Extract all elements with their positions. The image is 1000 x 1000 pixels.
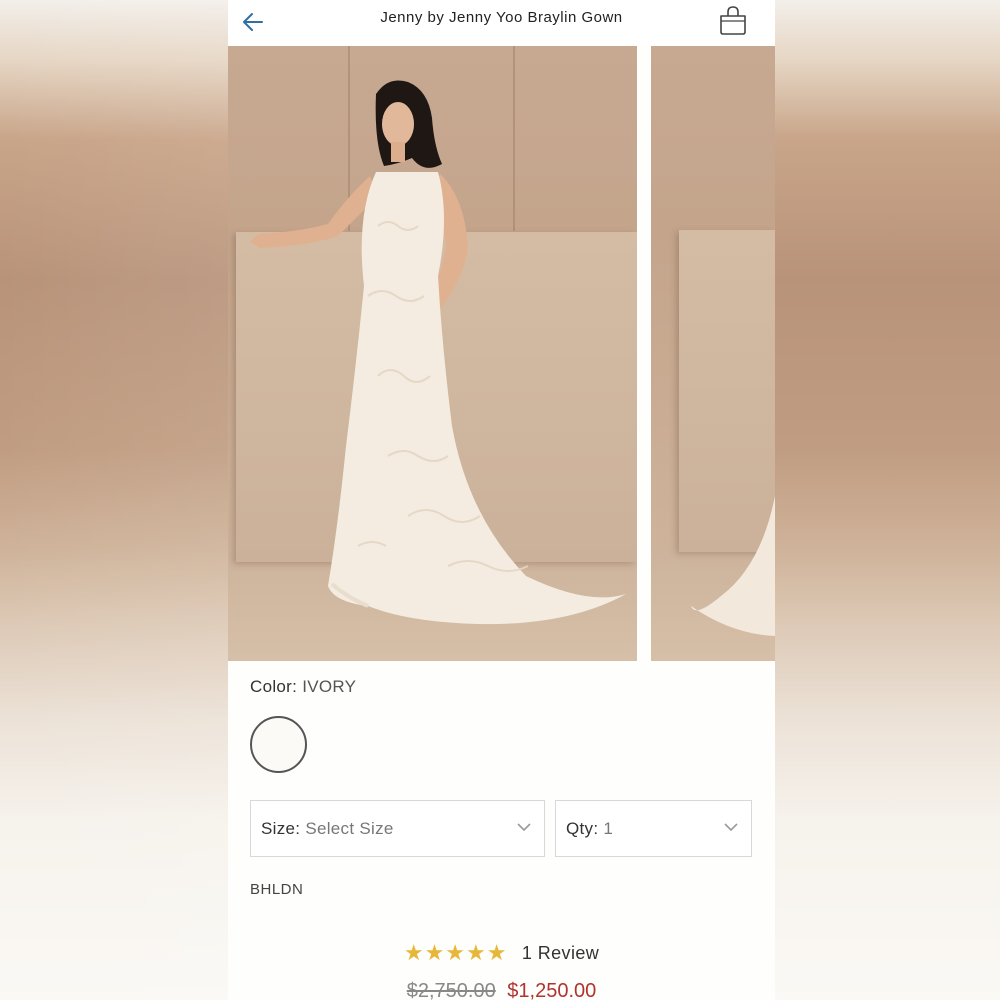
chevron-down-icon bbox=[517, 823, 531, 832]
product-image-next[interactable] bbox=[651, 46, 775, 661]
original-price: $2,750.00 bbox=[406, 980, 496, 1000]
product-image[interactable] bbox=[228, 46, 637, 661]
price-row: $2,750.00 $1,250.00 bbox=[228, 980, 775, 1000]
model-figure bbox=[250, 80, 626, 625]
shopping-bag-icon[interactable] bbox=[717, 4, 749, 36]
star-rating-icon: ★★★★★ bbox=[403, 940, 508, 965]
product-page: Jenny by Jenny Yoo Braylin Gown Color: I… bbox=[228, 0, 775, 1000]
top-bar: Jenny by Jenny Yoo Braylin Gown bbox=[228, 0, 775, 46]
chevron-down-icon bbox=[724, 823, 738, 832]
brand-label: BHLDN bbox=[250, 881, 304, 898]
color-swatch-ivory[interactable] bbox=[250, 716, 307, 773]
qty-value: 1 bbox=[603, 819, 614, 838]
review-count-link[interactable]: 1 Review bbox=[522, 943, 599, 964]
rating-row[interactable]: ★★★★★ 1 Review bbox=[228, 940, 775, 966]
arrow-left-icon[interactable] bbox=[240, 9, 266, 35]
color-label: Color: IVORY bbox=[250, 677, 357, 696]
size-label: Size: bbox=[261, 819, 301, 838]
size-select[interactable]: Size: Select Size bbox=[250, 800, 545, 857]
qty-select[interactable]: Qty: 1 bbox=[555, 800, 752, 857]
size-value: Select Size bbox=[305, 819, 394, 838]
backdrop-shade bbox=[0, 0, 228, 1000]
color-value: IVORY bbox=[302, 677, 357, 696]
page-title: Jenny by Jenny Yoo Braylin Gown bbox=[380, 9, 623, 26]
image-carousel[interactable] bbox=[228, 46, 775, 661]
qty-label: Qty: bbox=[566, 819, 599, 838]
sale-price: $1,250.00 bbox=[507, 980, 597, 1000]
model-figure-partial bbox=[691, 496, 775, 636]
